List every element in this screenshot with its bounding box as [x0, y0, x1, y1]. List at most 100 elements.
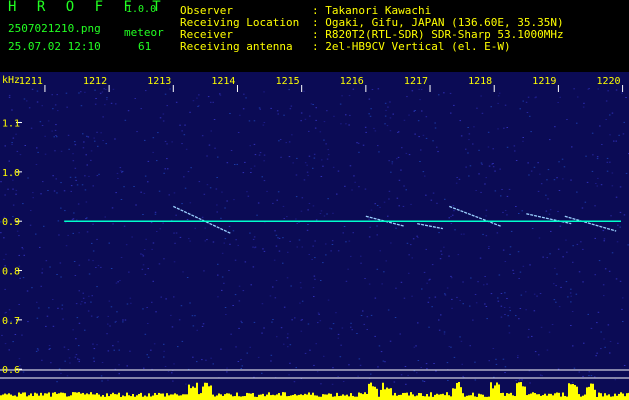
- noise-speck: [600, 331, 602, 333]
- noise-speck: [189, 202, 192, 204]
- noise-speck: [341, 95, 343, 97]
- noise-speck: [618, 134, 620, 136]
- amplitude-bar: [326, 394, 328, 400]
- noise-speck: [312, 104, 314, 105]
- noise-speck: [163, 258, 165, 260]
- noise-speck: [393, 381, 396, 383]
- noise-speck: [270, 354, 273, 356]
- noise-speck: [582, 248, 584, 250]
- noise-speck: [75, 179, 77, 181]
- noise-speck: [411, 257, 413, 259]
- noise-speck: [288, 141, 291, 143]
- noise-speck: [253, 120, 256, 122]
- noise-speck: [271, 321, 273, 323]
- amplitude-bar: [18, 392, 20, 400]
- noise-speck: [127, 110, 130, 112]
- noise-speck: [509, 246, 512, 248]
- noise-speck: [459, 300, 461, 301]
- amplitude-bar: [274, 395, 276, 400]
- noise-speck: [59, 262, 62, 264]
- noise-speck: [426, 368, 428, 370]
- amplitude-bar: [278, 393, 280, 400]
- noise-speck: [110, 306, 113, 308]
- noise-speck: [621, 92, 623, 94]
- amplitude-bar: [418, 392, 420, 400]
- noise-speck: [212, 241, 215, 243]
- noise-speck: [16, 230, 19, 232]
- amplitude-bar: [230, 394, 232, 400]
- x-tick-label: 1212: [83, 76, 107, 87]
- amplitude-bar: [280, 395, 282, 400]
- noise-speck: [198, 94, 200, 96]
- noise-speck: [484, 183, 486, 185]
- amplitude-bar: [532, 392, 534, 400]
- noise-speck: [625, 97, 627, 98]
- noise-speck: [404, 366, 407, 367]
- amplitude-bar: [262, 393, 264, 400]
- noise-speck: [406, 96, 408, 98]
- noise-speck: [152, 137, 155, 139]
- noise-speck: [283, 343, 285, 345]
- noise-speck: [78, 322, 81, 324]
- noise-speck: [422, 134, 425, 136]
- noise-speck: [528, 370, 531, 372]
- noise-speck: [370, 108, 372, 110]
- amplitude-bar: [364, 392, 366, 400]
- noise-speck: [487, 146, 490, 148]
- noise-speck: [96, 238, 98, 240]
- noise-speck: [482, 233, 484, 235]
- noise-speck: [279, 139, 282, 140]
- noise-speck: [152, 151, 154, 153]
- noise-speck: [449, 92, 452, 94]
- noise-speck: [376, 268, 379, 270]
- amplitude-bar: [618, 393, 620, 400]
- noise-speck: [100, 266, 102, 268]
- noise-speck: [515, 315, 517, 317]
- amplitude-bar: [144, 395, 146, 400]
- noise-speck: [572, 245, 574, 247]
- noise-speck: [82, 147, 85, 149]
- amplitude-bar: [34, 392, 36, 400]
- noise-speck: [514, 150, 516, 152]
- noise-speck: [557, 102, 559, 103]
- noise-speck: [567, 296, 569, 298]
- noise-speck: [578, 271, 581, 273]
- noise-speck: [553, 179, 556, 181]
- noise-speck: [364, 188, 367, 190]
- noise-speck: [170, 314, 172, 316]
- noise-speck: [289, 240, 291, 242]
- amplitude-bar: [374, 386, 376, 400]
- noise-speck: [443, 246, 445, 248]
- noise-speck: [254, 154, 257, 156]
- noise-speck: [312, 245, 314, 247]
- noise-speck: [417, 322, 419, 324]
- noise-speck: [83, 141, 85, 143]
- noise-speck: [441, 253, 443, 255]
- noise-speck: [237, 132, 240, 133]
- noise-speck: [325, 143, 327, 145]
- noise-speck: [530, 131, 532, 133]
- noise-speck: [41, 359, 43, 361]
- amplitude-bar: [404, 392, 406, 400]
- noise-speck: [457, 254, 460, 256]
- amplitude-bar: [178, 395, 180, 400]
- amplitude-bar: [282, 392, 284, 400]
- noise-speck: [70, 190, 72, 192]
- amplitude-bar: [60, 392, 62, 400]
- noise-speck: [93, 137, 95, 139]
- noise-speck: [22, 371, 25, 373]
- noise-speck: [81, 301, 83, 303]
- amplitude-bar: [98, 394, 100, 400]
- noise-speck: [534, 351, 537, 353]
- noise-speck: [74, 167, 77, 169]
- noise-speck: [246, 191, 248, 193]
- noise-speck: [19, 277, 21, 279]
- noise-speck: [456, 177, 458, 178]
- noise-speck: [580, 241, 582, 243]
- noise-speck: [583, 342, 585, 344]
- noise-speck: [74, 141, 76, 143]
- amplitude-bar: [270, 395, 272, 400]
- meteor-count: 61: [138, 40, 152, 53]
- noise-speck: [560, 286, 562, 288]
- noise-speck: [596, 352, 598, 354]
